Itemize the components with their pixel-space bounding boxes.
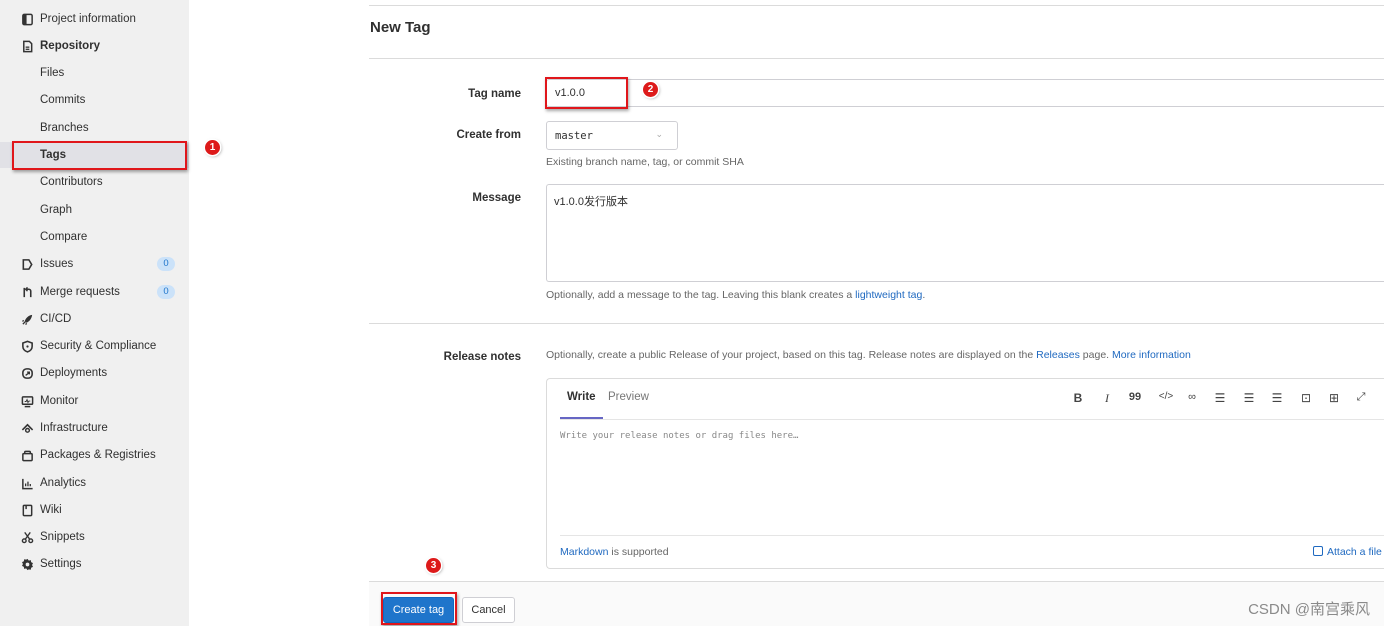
collapsible-section-icon[interactable]: ⊡: [1298, 391, 1314, 405]
bold-icon[interactable]: B: [1070, 391, 1086, 405]
project-icon: [20, 12, 34, 26]
create-from-help: Existing branch name, tag, or commit SHA: [546, 156, 744, 168]
create-from-value: master: [555, 130, 593, 142]
form-actions: Create tag Cancel CSDN @南宫乘风: [369, 581, 1384, 626]
tag-name-input[interactable]: v1.0.0: [546, 79, 1384, 107]
sidebar-item-cicd[interactable]: CI/CD: [0, 306, 189, 332]
sidebar-item-monitor[interactable]: Monitor: [0, 388, 189, 414]
sidebar-item-wiki[interactable]: Wiki: [0, 497, 189, 523]
monitor-icon: [20, 394, 34, 408]
sidebar-item-graph[interactable]: Graph: [0, 197, 189, 223]
message-value: v1.0.0发行版本: [554, 196, 628, 208]
top-divider: [369, 5, 1384, 6]
lightweight-tag-link[interactable]: lightweight tag: [855, 289, 922, 301]
create-from-dropdown[interactable]: master ⌄: [546, 121, 678, 150]
message-label: Message: [472, 192, 521, 204]
issues-icon: [20, 257, 34, 271]
message-textarea[interactable]: v1.0.0发行版本: [546, 184, 1384, 282]
sidebar-item-snippets[interactable]: Snippets: [0, 524, 189, 550]
watermark: CSDN @南宫乘风: [1248, 601, 1370, 618]
editor-footer-divider: [560, 535, 1384, 536]
book-icon: [20, 503, 34, 517]
chevron-down-icon: ⌄: [655, 129, 663, 139]
step-3-marker: 3: [426, 558, 441, 573]
sidebar: Project information Repository Files Com…: [0, 0, 189, 626]
section-divider: [369, 323, 1384, 324]
chart-icon: [20, 476, 34, 490]
merge-requests-count-badge: 0: [157, 285, 175, 299]
create-tag-button[interactable]: Create tag: [383, 597, 454, 623]
tab-preview[interactable]: Preview: [608, 391, 649, 403]
release-notes-editor: Write Preview B I 99 </> ∞ ☰ ☰ ☰ ⊡ ⊞ ⤢ W…: [546, 378, 1384, 569]
package-icon: [20, 448, 34, 462]
editor-tabs-divider: [560, 419, 1384, 420]
sidebar-item-security-compliance[interactable]: Security & Compliance: [0, 333, 189, 359]
sidebar-item-merge-requests[interactable]: Merge requests 0: [0, 279, 189, 305]
sidebar-item-repository[interactable]: Repository: [0, 33, 189, 59]
shield-icon: [20, 339, 34, 353]
sidebar-item-branches[interactable]: Branches: [0, 115, 189, 141]
sidebar-item-tags[interactable]: Tags: [0, 142, 189, 168]
task-list-icon[interactable]: ☰: [1269, 391, 1285, 405]
link-icon[interactable]: ∞: [1184, 391, 1200, 403]
code-icon[interactable]: </>: [1156, 391, 1176, 402]
sidebar-item-compare[interactable]: Compare: [0, 224, 189, 250]
markdown-hint: Markdown is supported: [560, 546, 669, 558]
sidebar-item-analytics[interactable]: Analytics: [0, 470, 189, 496]
tag-name-value: v1.0.0: [555, 87, 585, 99]
page: Project information Repository Files Com…: [0, 0, 1384, 626]
sidebar-item-issues[interactable]: Issues 0: [0, 251, 189, 277]
sidebar-item-infrastructure[interactable]: Infrastructure: [0, 415, 189, 441]
rocket-icon: [20, 312, 34, 326]
table-icon[interactable]: ⊞: [1326, 391, 1342, 405]
gear-icon: [20, 557, 34, 571]
cloud-icon: [20, 421, 34, 435]
step-2-marker: 2: [643, 82, 658, 97]
tag-name-label: Tag name: [468, 88, 521, 100]
release-notes-textarea[interactable]: Write your release notes or drag files h…: [560, 431, 798, 441]
quote-icon[interactable]: 99: [1127, 391, 1143, 403]
releases-link[interactable]: Releases: [1036, 349, 1080, 361]
page-title: New Tag: [370, 19, 431, 36]
deployments-icon: [20, 366, 34, 380]
image-icon: [1313, 546, 1323, 556]
message-help: Optionally, add a message to the tag. Le…: [546, 289, 926, 301]
sidebar-item-commits[interactable]: Commits: [0, 87, 189, 113]
fullscreen-icon[interactable]: ⤢: [1353, 391, 1369, 404]
sidebar-item-files[interactable]: Files: [0, 60, 189, 86]
markdown-link[interactable]: Markdown: [560, 546, 608, 558]
document-icon: [20, 39, 34, 53]
new-tag-form: New Tag Tag name v1.0.0 2 Create from ma…: [369, 0, 1384, 626]
sidebar-item-contributors[interactable]: Contributors: [0, 169, 189, 195]
sidebar-item-settings[interactable]: Settings: [0, 551, 189, 577]
merge-request-icon: [20, 285, 34, 299]
issues-count-badge: 0: [157, 257, 175, 271]
more-information-link[interactable]: More information: [1112, 349, 1191, 361]
release-notes-label: Release notes: [443, 351, 521, 363]
create-from-label: Create from: [456, 129, 521, 141]
tab-write[interactable]: Write: [567, 391, 596, 403]
release-notes-help: Optionally, create a public Release of y…: [546, 349, 1191, 361]
cancel-button[interactable]: Cancel: [462, 597, 515, 623]
sidebar-item-project-information[interactable]: Project information: [0, 6, 189, 32]
title-divider: [369, 58, 1384, 59]
sidebar-item-deployments[interactable]: Deployments: [0, 360, 189, 386]
step-1-marker: 1: [205, 140, 220, 155]
bullet-list-icon[interactable]: ☰: [1212, 391, 1228, 405]
numbered-list-icon[interactable]: ☰: [1241, 391, 1257, 405]
italic-icon[interactable]: I: [1099, 391, 1115, 406]
attach-file-button[interactable]: Attach a file: [1313, 546, 1382, 558]
sidebar-item-packages-registries[interactable]: Packages & Registries: [0, 442, 189, 468]
scissors-icon: [20, 530, 34, 544]
